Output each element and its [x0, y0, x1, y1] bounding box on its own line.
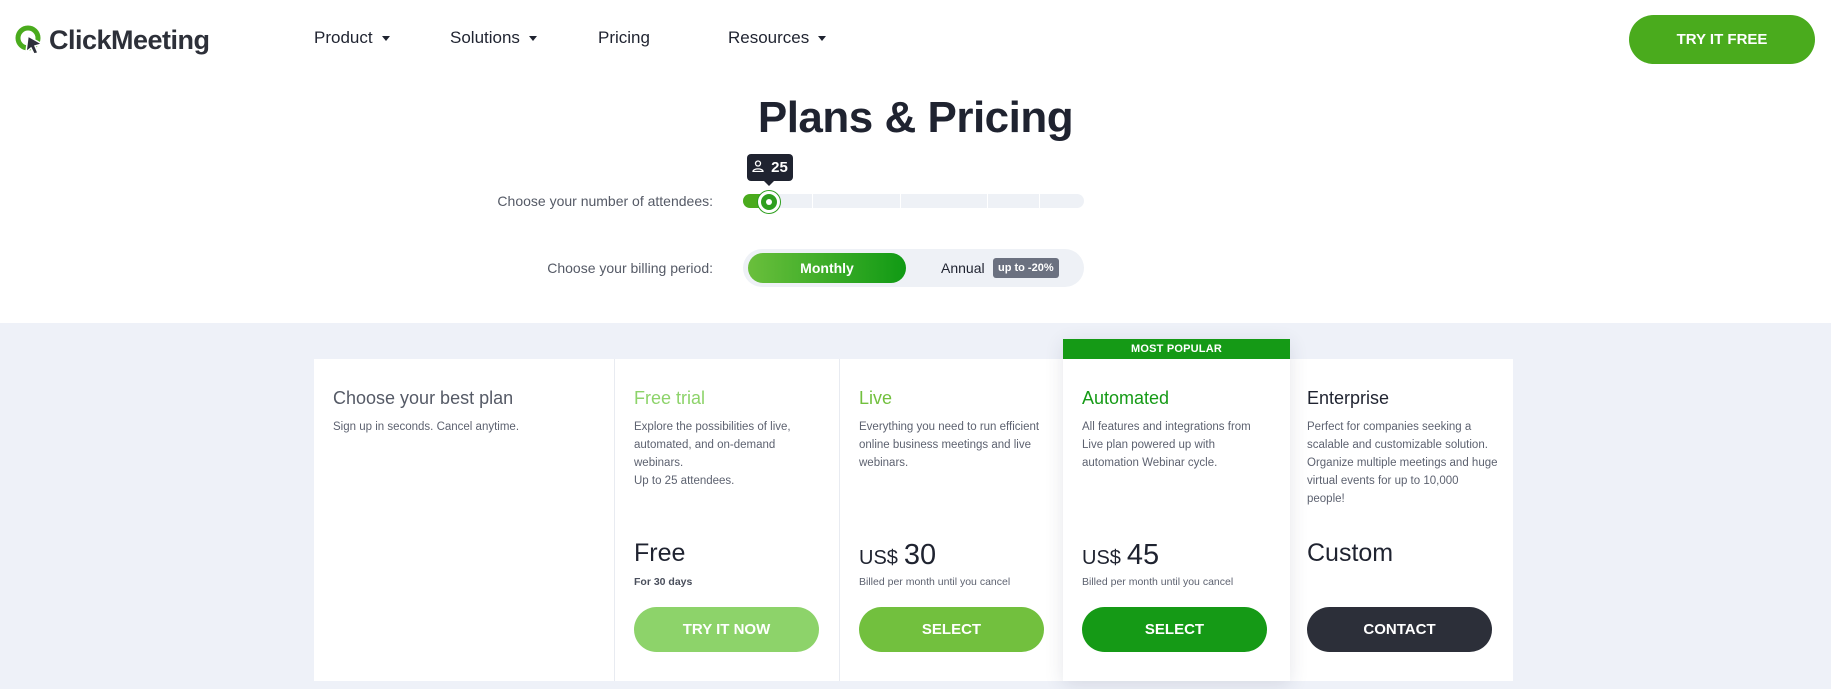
- annual-discount-badge: up to -20%: [993, 258, 1059, 278]
- clickmeeting-logo[interactable]: ClickMeeting: [14, 24, 210, 56]
- slider-tick: [987, 194, 988, 208]
- price-currency: US$: [859, 547, 898, 569]
- nav-resources-label: Resources: [728, 28, 810, 47]
- attendees-tooltip: 25: [747, 154, 793, 186]
- plan-price: Custom: [1307, 539, 1393, 568]
- attendees-value: 25: [771, 159, 788, 176]
- plan-name: Automated: [1082, 388, 1170, 408]
- plan-description: Everything you need to run efficient onl…: [859, 421, 1040, 469]
- attendees-slider-track[interactable]: [743, 194, 1084, 208]
- contact-button[interactable]: CONTACT: [1307, 607, 1492, 652]
- billing-period-label: Choose your billing period:: [547, 260, 713, 276]
- slider-tick: [1039, 194, 1040, 208]
- select-automated-button[interactable]: SELECT: [1082, 607, 1267, 652]
- slider-tick: [900, 194, 901, 208]
- plan-price-text: Custom: [1307, 539, 1394, 567]
- plan-note: Billed per month until you cancel: [1082, 576, 1234, 588]
- nav-resources[interactable]: Resources: [728, 28, 827, 48]
- plan-description-text: Explore the possibilities of live, autom…: [634, 421, 791, 469]
- nav-product[interactable]: Product: [314, 28, 390, 48]
- plans-intro: Choose your best plan Sign up in seconds…: [314, 359, 614, 681]
- plan-description: Explore the possibilities of live, autom…: [634, 418, 826, 490]
- price-amount: 45: [1126, 539, 1160, 571]
- plan-free-trial: Free trial Explore the possibilities of …: [614, 359, 839, 681]
- logo-text: ClickMeeting: [49, 24, 210, 55]
- plan-description: All features and integrations from Live …: [1082, 421, 1251, 469]
- attendees-label: Choose your number of attendees:: [497, 193, 713, 209]
- plan-enterprise: Enterprise Perfect for companies seeking…: [1288, 359, 1513, 681]
- logo-icon: [15, 25, 44, 55]
- nav-solutions[interactable]: Solutions: [450, 28, 537, 48]
- nav-solutions-label: Solutions: [450, 28, 520, 47]
- select-live-button[interactable]: SELECT: [859, 607, 1044, 652]
- plan-name: Live: [859, 388, 893, 408]
- person-icon: [752, 160, 764, 172]
- billing-annual-option[interactable]: Annual: [941, 260, 985, 276]
- plan-note: Billed per month until you cancel: [859, 576, 1011, 588]
- price-amount: 30: [903, 539, 937, 571]
- billing-period-toggle: Monthly Annual up to -20%: [743, 249, 1084, 287]
- plan-automated: MOST POPULAR Automated All features and …: [1063, 339, 1290, 681]
- plan-price: US$ 30: [859, 539, 936, 572]
- caret-down-icon: [381, 35, 390, 41]
- plan-name: Free trial: [634, 388, 706, 408]
- plans-intro-subtitle: Sign up in seconds. Cancel anytime.: [333, 421, 520, 433]
- plan-description: Perfect for companies seeking a scalable…: [1307, 421, 1498, 505]
- nav-pricing[interactable]: Pricing: [598, 28, 650, 48]
- nav-product-label: Product: [314, 28, 373, 47]
- billing-monthly-option[interactable]: Monthly: [748, 253, 906, 283]
- try-it-now-button[interactable]: TRY IT NOW: [634, 607, 819, 652]
- caret-down-icon: [818, 35, 827, 41]
- plan-price-text: Free: [634, 539, 686, 567]
- most-popular-badge: MOST POPULAR: [1063, 339, 1290, 359]
- plan-attendee-limit: Up to 25 attendees.: [634, 475, 735, 487]
- nav-pricing-label: Pricing: [598, 28, 650, 47]
- plan-name: Enterprise: [1307, 388, 1390, 408]
- attendees-slider-handle[interactable]: [758, 191, 780, 213]
- plans-table: Choose your best plan Sign up in seconds…: [314, 359, 1513, 681]
- site-header: ClickMeeting Product Solutions Pricing R…: [0, 0, 1831, 78]
- plan-price: Free: [634, 539, 685, 568]
- plan-automated-body: Automated All features and integrations …: [1063, 359, 1290, 681]
- plans-intro-title: Choose your best plan: [333, 388, 514, 408]
- page-title: Plans & Pricing: [757, 93, 1074, 142]
- plan-note: For 30 days: [634, 576, 693, 588]
- plan-price: US$ 45: [1082, 539, 1159, 572]
- slider-handle-dot: [766, 199, 772, 205]
- slider-tick: [812, 194, 813, 208]
- plan-live: Live Everything you need to run efficien…: [839, 359, 1063, 681]
- caret-down-icon: [528, 35, 537, 41]
- price-currency: US$: [1082, 547, 1121, 569]
- try-it-free-button[interactable]: TRY IT FREE: [1629, 15, 1815, 64]
